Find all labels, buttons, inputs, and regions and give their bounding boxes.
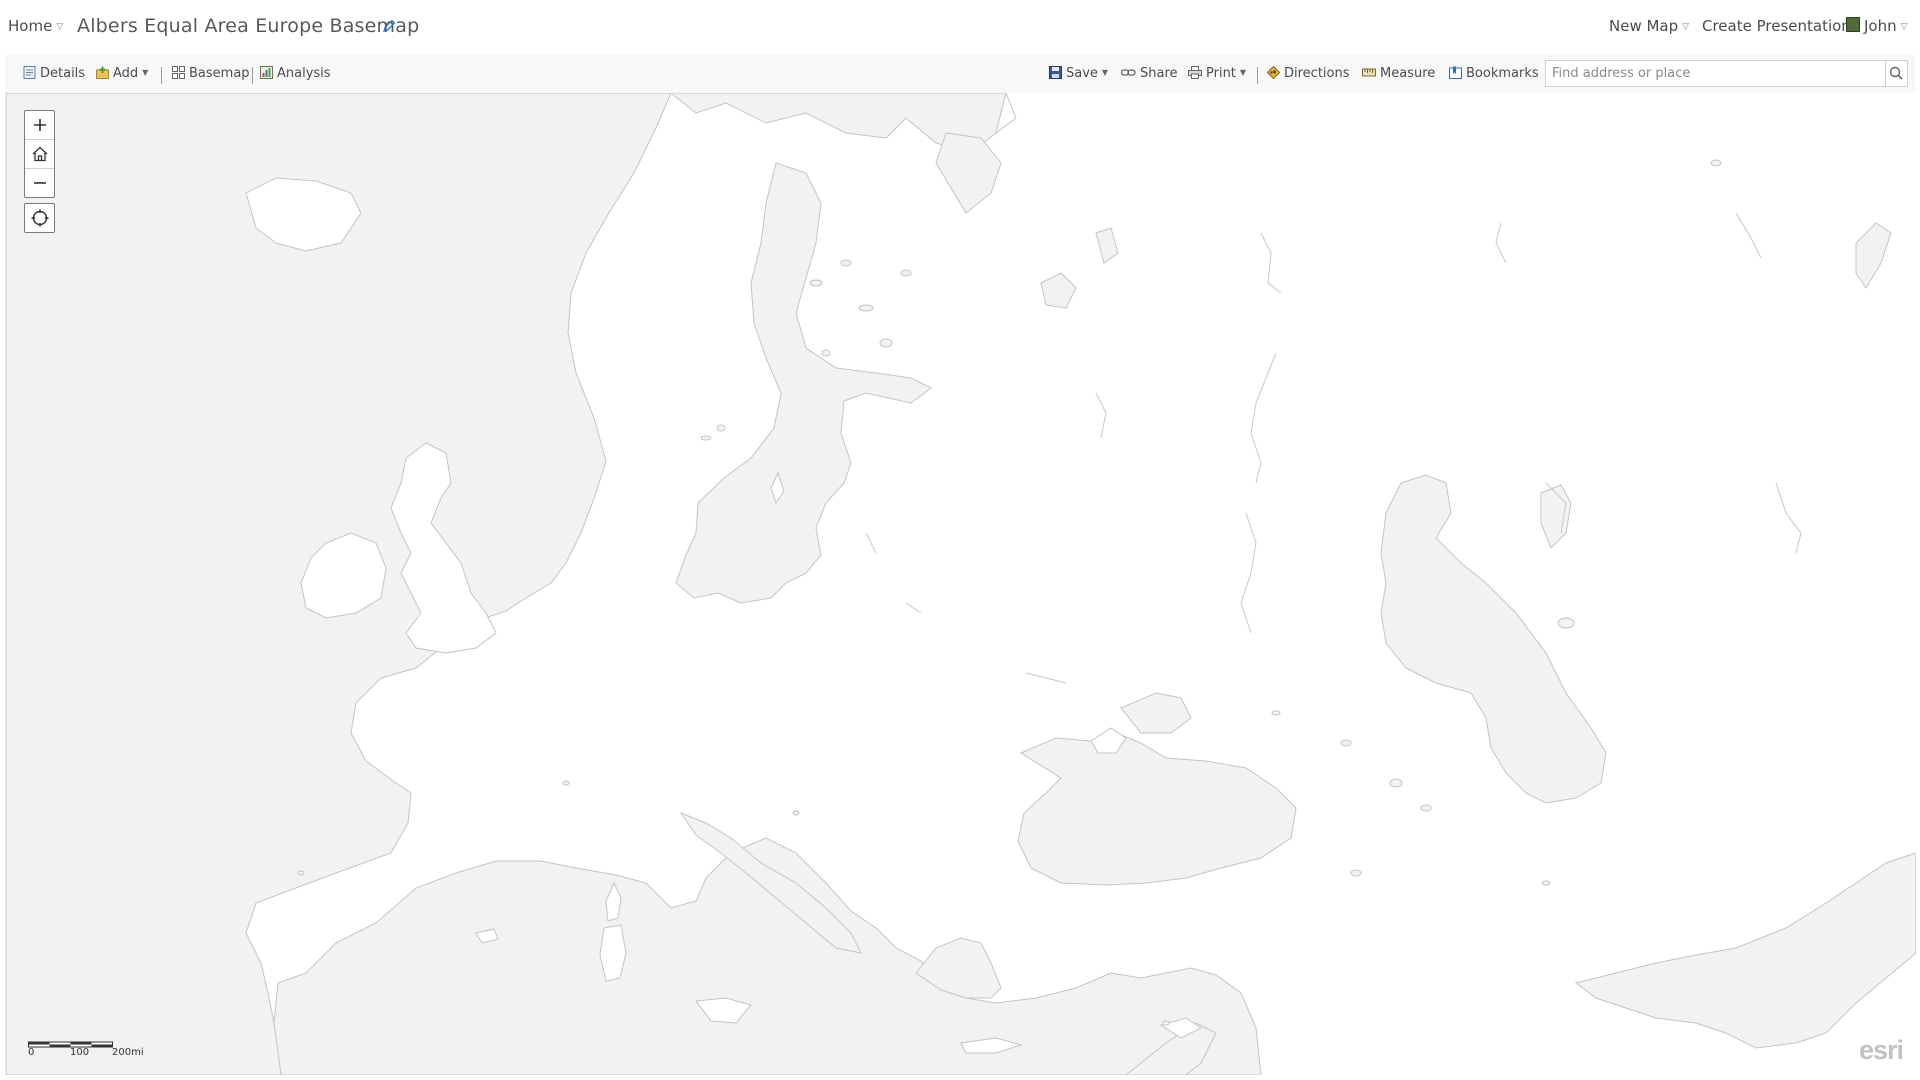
default-extent-button[interactable] [25, 140, 54, 169]
save-disk-icon [1049, 66, 1062, 79]
directions-button[interactable]: Directions [1267, 66, 1350, 81]
search-input[interactable] [1546, 61, 1882, 86]
measure-label: Measure [1380, 66, 1436, 81]
lake-onega [1095, 227, 1119, 264]
zoom-controls [24, 110, 55, 198]
home-menu[interactable]: Home ▽ [8, 17, 63, 35]
lake-ladoga [1040, 272, 1077, 309]
aral-sea [1540, 484, 1572, 549]
sea-of-azov [1120, 692, 1192, 734]
scale-bar: 0 100 200mi [28, 1035, 148, 1059]
user-menu[interactable]: John ▽ [1846, 17, 1908, 35]
home-label: Home [8, 17, 53, 35]
toolbar-divider [161, 67, 162, 84]
zoom-out-button[interactable] [25, 169, 54, 197]
print-button[interactable]: Print ▼ [1188, 66, 1246, 81]
directions-sign-icon [1267, 66, 1280, 79]
basemap-label: Basemap [189, 66, 250, 81]
basemap-canvas [6, 93, 1916, 1075]
bookmarks-button[interactable]: Bookmarks [1449, 66, 1539, 81]
printer-icon [1188, 66, 1202, 79]
chevron-down-icon: ▽ [56, 22, 64, 32]
details-icon [23, 66, 36, 79]
plus-icon [33, 119, 46, 131]
home-icon [32, 146, 47, 162]
locate-button[interactable] [24, 203, 55, 233]
caspian-sea [1380, 474, 1607, 804]
caret-down-icon: ▼ [142, 68, 149, 77]
analysis-icon [260, 66, 273, 79]
lake-balkhash [1855, 222, 1892, 289]
baltic-sea [675, 162, 932, 604]
black-sea [1017, 732, 1297, 886]
search-box [1545, 60, 1886, 87]
analysis-button[interactable]: Analysis [260, 66, 331, 81]
measure-button[interactable]: Measure [1362, 66, 1435, 81]
save-label: Save [1066, 66, 1098, 81]
add-button[interactable]: Add ▼ [96, 66, 148, 81]
user-name: John [1864, 17, 1897, 35]
add-label: Add [113, 66, 139, 81]
map-view[interactable]: 0 100 200mi esri [5, 93, 1916, 1075]
scale-label-start: 0 [28, 1047, 35, 1058]
toolbar-divider [252, 67, 253, 84]
create-presentation-link[interactable]: Create Presentation [1702, 17, 1851, 35]
toolbar-divider [1257, 67, 1258, 84]
details-button[interactable]: Details [23, 66, 85, 81]
scale-label-end: 200mi [112, 1047, 144, 1058]
bookmark-icon [1449, 66, 1462, 79]
new-map-label: New Map [1609, 17, 1679, 35]
link-icon [1121, 69, 1136, 76]
inland-water-details [865, 212, 1802, 684]
locate-icon [31, 209, 48, 227]
share-button[interactable]: Share [1121, 66, 1178, 81]
directions-label: Directions [1284, 66, 1350, 81]
bookmarks-label: Bookmarks [1466, 66, 1539, 81]
caret-down-icon: ▼ [1101, 68, 1109, 77]
save-button[interactable]: Save ▼ [1049, 66, 1108, 81]
chevron-down-icon: ▽ [1900, 22, 1908, 32]
caret-down-icon: ▼ [1239, 68, 1247, 77]
print-label: Print [1206, 66, 1236, 81]
map-toolbar: Details Add ▼ Basemap Analysis Save ▼ Shar… [5, 55, 1915, 94]
details-label: Details [40, 66, 86, 81]
scale-label-mid: 100 [70, 1047, 90, 1058]
top-navigation-bar: Home ▽ Albers Equal Area Europe Basemap N… [0, 0, 1920, 53]
basemap-button[interactable]: Basemap [172, 66, 250, 81]
new-map-menu[interactable]: New Map ▽ [1609, 17, 1689, 35]
search-icon [1889, 66, 1903, 80]
add-layer-icon [96, 66, 109, 79]
minus-icon [33, 182, 46, 184]
chevron-down-icon: ▽ [1682, 22, 1690, 32]
avatar [1846, 17, 1860, 32]
map-title: Albers Equal Area Europe Basemap [77, 15, 420, 37]
basemap-grid-icon [172, 66, 185, 79]
share-label: Share [1140, 66, 1178, 81]
esri-logo: esri [1859, 1035, 1904, 1065]
white-sea [935, 132, 1002, 214]
measure-icon [1362, 68, 1376, 77]
analysis-label: Analysis [277, 66, 331, 81]
persian-gulf [1574, 852, 1916, 1049]
search-button[interactable] [1885, 60, 1908, 87]
zoom-in-button[interactable] [25, 111, 54, 140]
pencil-icon[interactable] [381, 18, 397, 34]
